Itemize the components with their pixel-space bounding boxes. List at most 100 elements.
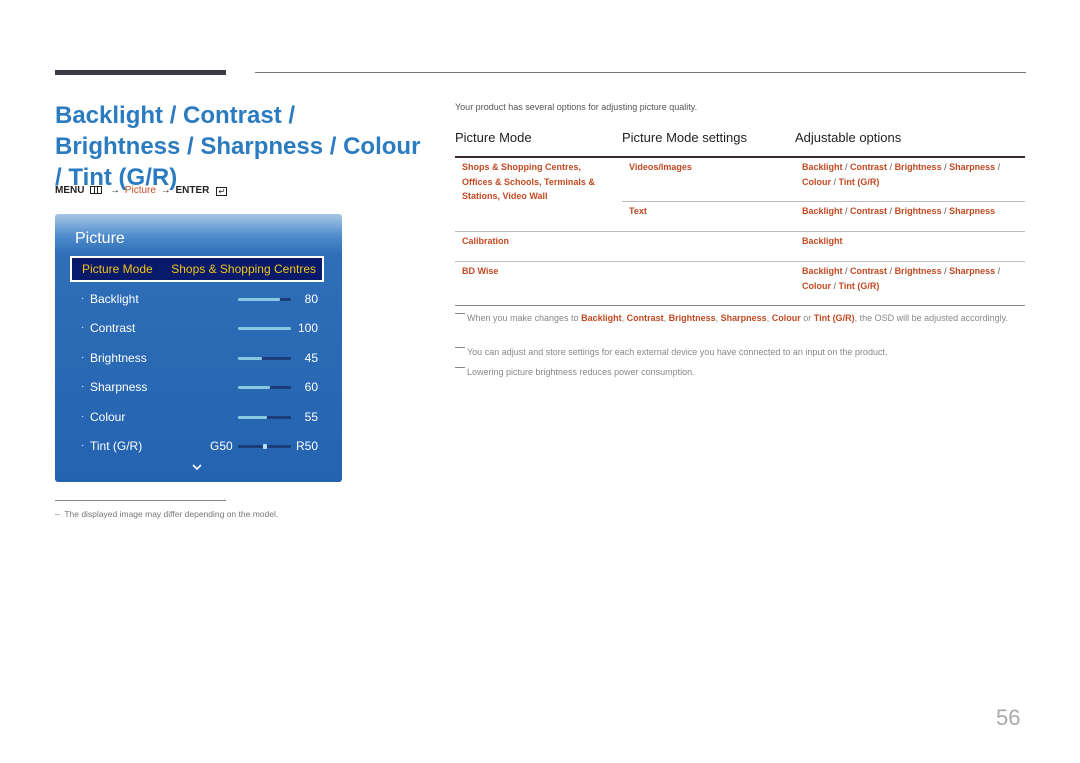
osd-slider-fill [238, 327, 291, 330]
osd-item-value: 55 [304, 410, 318, 424]
table-cell-adjustable-options: Backlight / Contrast / Brightness / Shar… [802, 204, 995, 219]
table-row-rule [455, 305, 1025, 306]
osd-item-value: 45 [304, 351, 318, 365]
header-rule-thin [255, 72, 1026, 73]
osd-item-backlight: · Backlight 80 [55, 289, 342, 309]
table-cell-setting: Videos/Images [629, 162, 692, 172]
table-cell-picture-mode: Shops & Shopping Centres, Offices & Schoo… [462, 160, 595, 204]
table-cell-adjustable-options: Backlight / Contrast / Brightness / Shar… [802, 264, 1000, 293]
cell-line: Shops & Shopping Centres, [462, 162, 582, 172]
note-text: Brightness [668, 313, 716, 323]
bullet-icon: · [81, 440, 85, 451]
osd-tint-slider-knob [262, 444, 267, 449]
bullet-icon: · [81, 293, 85, 304]
note-text: Contrast [626, 313, 664, 323]
osd-picture-mode-value: Shops & Shopping Centres [171, 262, 316, 276]
footnote-text: The displayed image may differ depending… [64, 509, 279, 519]
osd-slider-fill [238, 386, 270, 389]
table-cell-picture-mode: BD Wise [462, 264, 498, 279]
osd-picture-mode-item: Picture Mode Shops & Shopping Centres [70, 256, 324, 282]
footnote: – The displayed image may differ dependi… [55, 509, 278, 519]
osd-item-contrast: · Contrast 100 [55, 318, 342, 338]
note-dash-icon [455, 347, 465, 348]
note-text: Tint (G/R) [813, 313, 855, 323]
osd-item-colour: · Colour 55 [55, 407, 342, 427]
enter-icon: ↵ [216, 187, 228, 196]
osd-item-sharpness: · Sharpness 60 [55, 377, 342, 397]
osd-picture-menu: Picture Picture Mode Shops & Shopping Ce… [55, 214, 342, 482]
footnote-dash: – [55, 509, 60, 519]
menu-icon [90, 186, 103, 194]
table-header-rule [455, 156, 1025, 158]
page-title: Backlight / Contrast / Brightness / Shar… [55, 102, 421, 191]
cell-line: Colour / Tint (G/R) [802, 280, 880, 291]
cell-line: Backlight / Contrast / Brightness / Shar… [802, 206, 996, 216]
note: When you make changes to Backlight, Cont… [455, 311, 1027, 325]
osd-slider [238, 298, 291, 301]
osd-item-label: Contrast [90, 321, 136, 335]
osd-slider [238, 357, 291, 360]
osd-item-label: Tint (G/R) [90, 439, 143, 453]
osd-title: Picture [75, 230, 125, 247]
osd-item-brightness: · Brightness 45 [55, 348, 342, 368]
cell-line: Backlight / Contrast / Brightness / Shar… [802, 162, 1001, 172]
osd-slider-fill [238, 416, 268, 419]
osd-slider [238, 416, 291, 419]
osd-picture-mode-label: Picture Mode [82, 262, 153, 276]
osd-item-tint: · Tint (G/R) G50 R50 [55, 436, 342, 456]
table-header-adjustable-options: Adjustable options [795, 130, 902, 145]
note-text: Backlight [581, 313, 622, 323]
note-text: Sharpness [720, 313, 767, 323]
arrow-icon: → [160, 185, 171, 196]
cell-line: Backlight / Contrast / Brightness / Shar… [802, 266, 1001, 276]
cell-line: Colour / Tint (G/R) [802, 176, 880, 187]
note-text: Colour [771, 313, 801, 323]
osd-slider-fill [238, 298, 281, 301]
bullet-icon: · [81, 411, 85, 422]
intro-text: Your product has several options for adj… [455, 102, 698, 112]
osd-item-label: Brightness [90, 351, 147, 365]
osd-slider-fill [238, 357, 262, 360]
bullet-icon: · [81, 381, 85, 392]
table-cell-setting: Text [629, 206, 647, 216]
osd-item-label: Colour [90, 410, 126, 424]
note: Lowering picture brightness reduces powe… [455, 365, 1025, 379]
table-row-rule [622, 201, 1025, 202]
arrow-icon: → [110, 185, 121, 196]
bullet-icon: · [81, 322, 85, 333]
note-text: Lowering picture brightness reduces powe… [467, 367, 695, 377]
osd-tint-slider [238, 444, 291, 449]
table-cell-adjustable-options: Backlight [802, 234, 843, 249]
cell-line: Offices & Schools, Terminals & [462, 176, 595, 187]
chevron-down-icon [192, 464, 202, 471]
osd-tint-red-value: R50 [295, 439, 318, 453]
cell-line: Calibration [462, 236, 510, 246]
note-dash-icon [455, 367, 465, 368]
page-number: 56 [996, 705, 1021, 730]
enter-label: ENTER [175, 185, 210, 196]
menu-path-picture: Picture [124, 185, 156, 196]
note-dash-icon [455, 313, 465, 314]
cell-line: Stations, Video Wall [462, 191, 548, 201]
osd-item-value: 100 [297, 321, 318, 335]
bullet-icon: · [81, 352, 85, 363]
note-text: You can adjust and store settings for ea… [467, 347, 888, 357]
note-text: , the OSD will be adjusted accordingly. [854, 313, 1008, 323]
menu-path: MENU → Picture → ENTER ↵ [55, 185, 228, 196]
table-header-settings: Picture Mode settings [622, 130, 748, 145]
table-cell-adjustable-options: Backlight / Contrast / Brightness / Shar… [802, 160, 1000, 189]
table-header-picture-mode: Picture Mode [455, 130, 532, 145]
footnote-rule [55, 500, 226, 501]
osd-slider [238, 386, 291, 389]
note: You can adjust and store settings for ea… [455, 345, 1025, 359]
cell-line: Backlight [802, 236, 843, 246]
menu-label: MENU [55, 185, 85, 196]
osd-item-label: Backlight [90, 292, 139, 306]
osd-tint-green-value: G50 [210, 439, 233, 453]
osd-slider [238, 327, 291, 330]
table-cell-picture-mode: Calibration [462, 234, 509, 249]
osd-item-label: Sharpness [90, 380, 148, 394]
note-text: When you make changes to [467, 313, 582, 323]
table-row-rule [455, 231, 1025, 232]
table-row-rule [455, 261, 1025, 262]
